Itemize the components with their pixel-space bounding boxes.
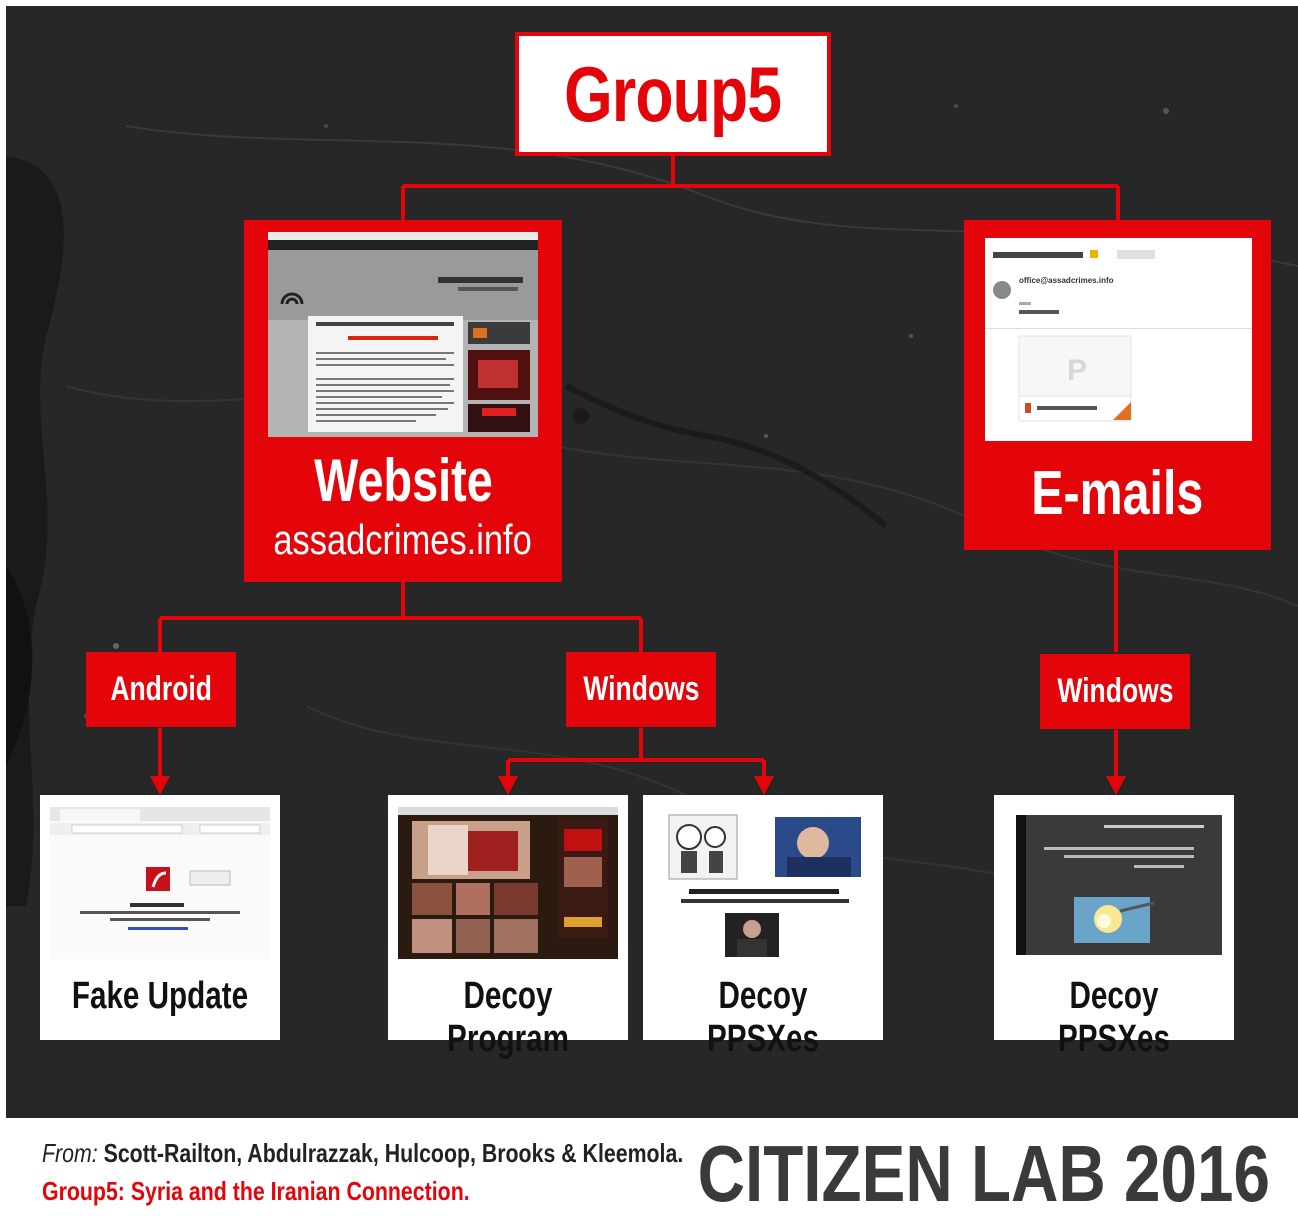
credit-from-label: From: — [42, 1138, 98, 1168]
decoy-program-art — [398, 807, 618, 959]
platform-label: Windows — [582, 670, 700, 708]
root-label: Group5 — [564, 49, 782, 138]
arrowhead-decoy-program — [498, 776, 518, 795]
decoy-ppsx-screenshot — [1004, 807, 1224, 959]
platform-label: Windows — [1056, 672, 1174, 710]
payload-label-text: Decoy Program — [447, 975, 569, 1060]
website-screenshot-art — [268, 232, 538, 437]
vector-website: Website assadcrimes.info — [244, 220, 562, 582]
arrowhead-decoy-ppsx-1 — [754, 776, 774, 795]
payload-label-text: Decoy PPSXes — [1057, 975, 1171, 1060]
payload-label: Decoy PPSXes — [643, 975, 883, 1061]
brand-wordmark: CITIZEN LAB 2016 — [572, 1128, 1270, 1220]
arrowhead-decoy-ppsx-2 — [1106, 776, 1126, 795]
decoy-ppsx-screenshot — [653, 807, 873, 959]
connector-root — [401, 156, 1120, 220]
svg-text:P: P — [1067, 354, 1087, 387]
brand-wordmark-text: CITIZEN LAB 2016 — [697, 1129, 1270, 1218]
payload-decoy-ppsx-emails: Decoy PPSXes — [994, 795, 1234, 1060]
vector-subtitle-text: assadcrimes.info — [273, 516, 533, 563]
fake-update-art — [50, 807, 270, 959]
decoy-ppsx-art — [1004, 807, 1224, 959]
payload-label: Decoy Program — [388, 975, 628, 1061]
footer: From: Scott-Railton, Abdulrazzak, Hulcoo… — [0, 1118, 1298, 1223]
vector-title: E-mails — [964, 458, 1271, 529]
arrowhead-fake-update — [150, 776, 170, 795]
decoy-program-screenshot — [398, 807, 618, 959]
platform-windows-website: Windows — [566, 652, 716, 727]
fake-update-screenshot — [50, 807, 270, 959]
payload-fake-update: Fake Update — [40, 795, 280, 1040]
payload-decoy-program: Decoy Program — [388, 795, 628, 1060]
connector-windows-1 — [506, 728, 766, 778]
diagram-stage: Group5 Website assadcrimes.info P office… — [0, 0, 1298, 1223]
root-node: Group5 — [515, 32, 831, 156]
website-screenshot — [268, 232, 538, 437]
vector-emails: P office@assadcrimes.info E-mails — [964, 220, 1271, 550]
platform-android: Android — [86, 652, 236, 727]
vector-title-text: E-mails — [1031, 459, 1204, 528]
platform-windows-emails: Windows — [1040, 654, 1190, 729]
connector-website — [158, 582, 643, 652]
platform-label: Android — [110, 670, 212, 708]
email-screenshot-art: P — [985, 238, 1252, 441]
payload-label-text: Decoy PPSXes — [706, 975, 820, 1060]
payload-label-text: Fake Update — [71, 975, 249, 1017]
email-sender: office@assadcrimes.info — [1019, 276, 1114, 285]
payload-label: Fake Update — [40, 975, 280, 1018]
vector-subtitle: assadcrimes.info — [244, 516, 562, 564]
vector-title: Website — [244, 446, 562, 515]
paper-title-text: Group5: Syria and the Iranian Connection… — [42, 1176, 470, 1206]
paper-title: Group5: Syria and the Iranian Connection… — [42, 1176, 564, 1207]
vector-title-text: Website — [313, 447, 493, 514]
decoy-ppsx-art — [653, 807, 873, 959]
email-screenshot: P office@assadcrimes.info — [985, 238, 1252, 441]
payload-decoy-ppsx-website: Decoy PPSXes — [643, 795, 883, 1060]
payload-label: Decoy PPSXes — [994, 975, 1234, 1061]
